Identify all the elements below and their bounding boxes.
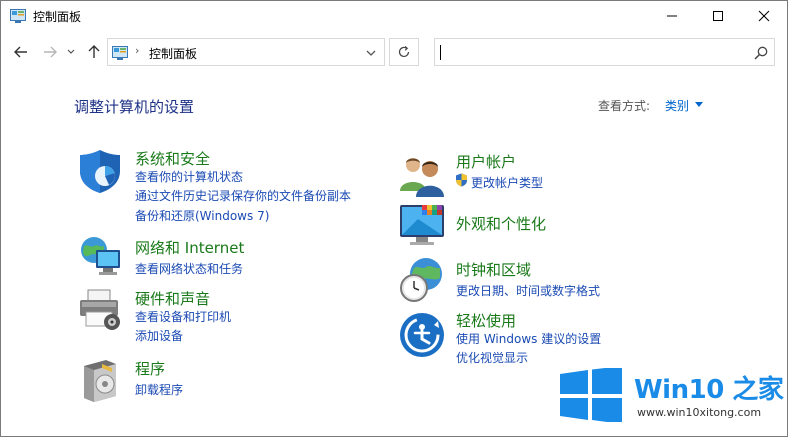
breadcrumb-control-panel[interactable]: 控制面板 bbox=[149, 45, 197, 62]
users-icon[interactable] bbox=[398, 151, 446, 199]
link-recommended-settings[interactable]: 使用 Windows 建议的设置 bbox=[456, 330, 601, 347]
category-title-clock-region[interactable]: 时钟和区域 bbox=[456, 259, 531, 280]
printer-icon[interactable] bbox=[76, 286, 124, 334]
watermark-brand: Win10 之家 bbox=[634, 375, 784, 405]
control-panel-window: 控制面板 › 控制面板 调整计算机的设置 查看方式: 类别 系统和安全 查看你的… bbox=[0, 0, 788, 437]
address-bar[interactable]: › 控制面板 bbox=[107, 38, 385, 66]
category-title-ease-of-access[interactable]: 轻松使用 bbox=[456, 310, 516, 331]
link-devices-printers[interactable]: 查看设备和打印机 bbox=[135, 308, 231, 325]
maximize-button[interactable] bbox=[695, 1, 741, 31]
forward-button[interactable] bbox=[41, 43, 59, 61]
uac-shield-icon bbox=[456, 173, 467, 187]
watermark-url: www.win10xitong.com bbox=[637, 406, 762, 419]
link-view-computer-status[interactable]: 查看你的计算机状态 bbox=[135, 168, 243, 185]
chevron-down-icon bbox=[67, 49, 75, 54]
breadcrumb-separator-icon[interactable]: › bbox=[135, 44, 139, 57]
clock-globe-icon[interactable] bbox=[398, 256, 446, 304]
shield-icon[interactable] bbox=[76, 147, 124, 195]
arrow-left-icon bbox=[14, 46, 27, 58]
recent-locations-button[interactable] bbox=[65, 43, 77, 61]
link-backup-restore[interactable]: 备份和还原(Windows 7) bbox=[135, 207, 269, 224]
arrow-right-icon bbox=[44, 46, 57, 58]
link-change-account-type[interactable]: 更改帐户类型 bbox=[471, 174, 543, 191]
chevron-down-icon[interactable] bbox=[364, 47, 378, 59]
view-by-label: 查看方式: bbox=[598, 99, 651, 113]
page-title: 调整计算机的设置 bbox=[74, 98, 195, 116]
search-icon[interactable] bbox=[753, 45, 769, 61]
search-input[interactable] bbox=[439, 43, 739, 61]
monitor-color-icon[interactable] bbox=[398, 201, 446, 249]
category-title-appearance[interactable]: 外观和个性化 bbox=[456, 213, 546, 234]
category-title-user-accounts[interactable]: 用户帐户 bbox=[456, 151, 516, 172]
programs-icon[interactable] bbox=[76, 356, 124, 404]
refresh-button[interactable] bbox=[389, 38, 419, 66]
category-title-programs[interactable]: 程序 bbox=[135, 358, 165, 379]
windows-logo-watermark bbox=[560, 368, 622, 422]
up-button[interactable] bbox=[85, 43, 103, 61]
link-network-status-tasks[interactable]: 查看网络状态和任务 bbox=[135, 260, 243, 277]
network-globe-icon[interactable] bbox=[76, 234, 124, 282]
search-box[interactable] bbox=[434, 38, 775, 66]
title-bar[interactable]: 控制面板 bbox=[1, 1, 787, 31]
minimize-icon bbox=[667, 15, 677, 17]
category-title-network-internet[interactable]: 网络和 Internet bbox=[135, 237, 244, 258]
link-change-date-time-format[interactable]: 更改日期、时间或数字格式 bbox=[456, 282, 600, 299]
view-by-dropdown[interactable]: 类别 bbox=[665, 97, 689, 114]
link-optimize-visual-display[interactable]: 优化视觉显示 bbox=[456, 349, 528, 366]
maximize-icon bbox=[713, 11, 723, 21]
caret-down-icon[interactable] bbox=[695, 102, 703, 107]
link-add-device[interactable]: 添加设备 bbox=[135, 327, 183, 344]
arrow-up-icon bbox=[88, 45, 100, 58]
navigation-bar: › 控制面板 bbox=[1, 35, 787, 69]
back-button[interactable] bbox=[12, 43, 30, 61]
link-uninstall-program[interactable]: 卸载程序 bbox=[135, 381, 183, 398]
link-file-history-backup[interactable]: 通过文件历史记录保存你的文件备份副本 bbox=[135, 187, 351, 204]
minimize-button[interactable] bbox=[649, 1, 695, 31]
control-panel-icon bbox=[10, 9, 26, 23]
control-panel-icon bbox=[112, 46, 128, 60]
category-title-system-security[interactable]: 系统和安全 bbox=[135, 148, 210, 169]
close-icon bbox=[758, 10, 770, 22]
close-button[interactable] bbox=[741, 1, 787, 31]
ease-of-access-icon[interactable] bbox=[398, 311, 446, 359]
category-title-hardware-sound[interactable]: 硬件和声音 bbox=[135, 288, 210, 309]
window-title: 控制面板 bbox=[33, 10, 82, 24]
refresh-icon bbox=[398, 46, 410, 58]
